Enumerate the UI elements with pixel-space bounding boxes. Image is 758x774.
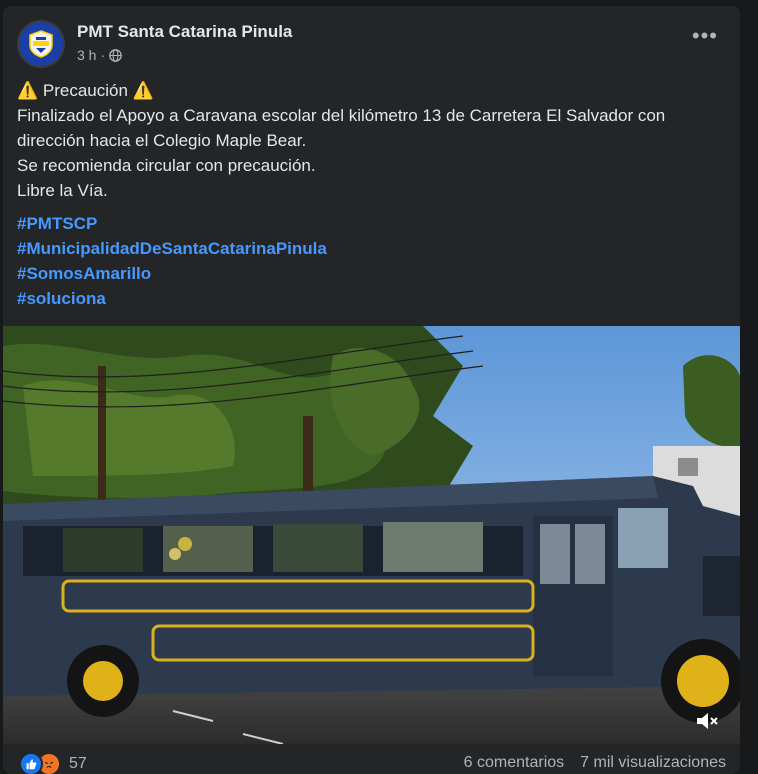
hashtag-link[interactable]: #SomosAmarillo: [17, 261, 327, 286]
post-footer: 57 6 comentarios 7 mil visualizaciones: [3, 744, 740, 774]
post-body: ⚠️ Precaución ⚠️ Finalizado el Apoyo a C…: [17, 78, 726, 203]
post-card: PMT Santa Catarina Pinula 3 h · ••• ⚠️ P…: [3, 6, 740, 774]
post-text-line: ⚠️ Precaución ⚠️: [17, 81, 154, 100]
meta-separator: ·: [100, 47, 106, 63]
video-frame: [3, 326, 740, 744]
hashtag-list: #PMTSCP #MunicipalidadDeSantaCatarinaPin…: [17, 211, 327, 311]
pmt-logo-icon: [29, 30, 53, 58]
views-count: 7 mil visualizaciones: [580, 754, 726, 771]
post-header: PMT Santa Catarina Pinula 3 h · •••: [17, 20, 726, 68]
hashtag-link[interactable]: #PMTSCP: [17, 211, 327, 236]
globe-icon[interactable]: [109, 48, 122, 62]
comments-link[interactable]: 6 comentarios: [464, 754, 565, 772]
page-name[interactable]: PMT Santa Catarina Pinula: [77, 22, 292, 42]
volume-muted-icon[interactable]: [694, 708, 720, 734]
post-meta: 3 h ·: [77, 47, 122, 63]
post-text-line: dirección hacia el Colegio Maple Bear.: [17, 131, 307, 150]
hashtag-link[interactable]: #soluciona: [17, 286, 327, 311]
more-options-icon[interactable]: •••: [692, 25, 718, 47]
post-text-line: Libre la Vía.: [17, 181, 108, 200]
post-text-line: Finalizado el Apoyo a Caravana escolar d…: [17, 106, 666, 125]
post-time[interactable]: 3 h: [77, 47, 96, 63]
hashtag-link[interactable]: #MunicipalidadDeSantaCatarinaPinula: [17, 236, 327, 261]
video-player[interactable]: [3, 326, 740, 744]
page-avatar[interactable]: [17, 20, 65, 68]
post-stats: 6 comentarios 7 mil visualizaciones: [464, 754, 726, 772]
reaction-count: 57: [69, 755, 87, 772]
reactions-summary[interactable]: 57: [19, 752, 87, 774]
post-text-line: Se recomienda circular con precaución.: [17, 156, 316, 175]
like-reaction-icon: [19, 752, 43, 774]
